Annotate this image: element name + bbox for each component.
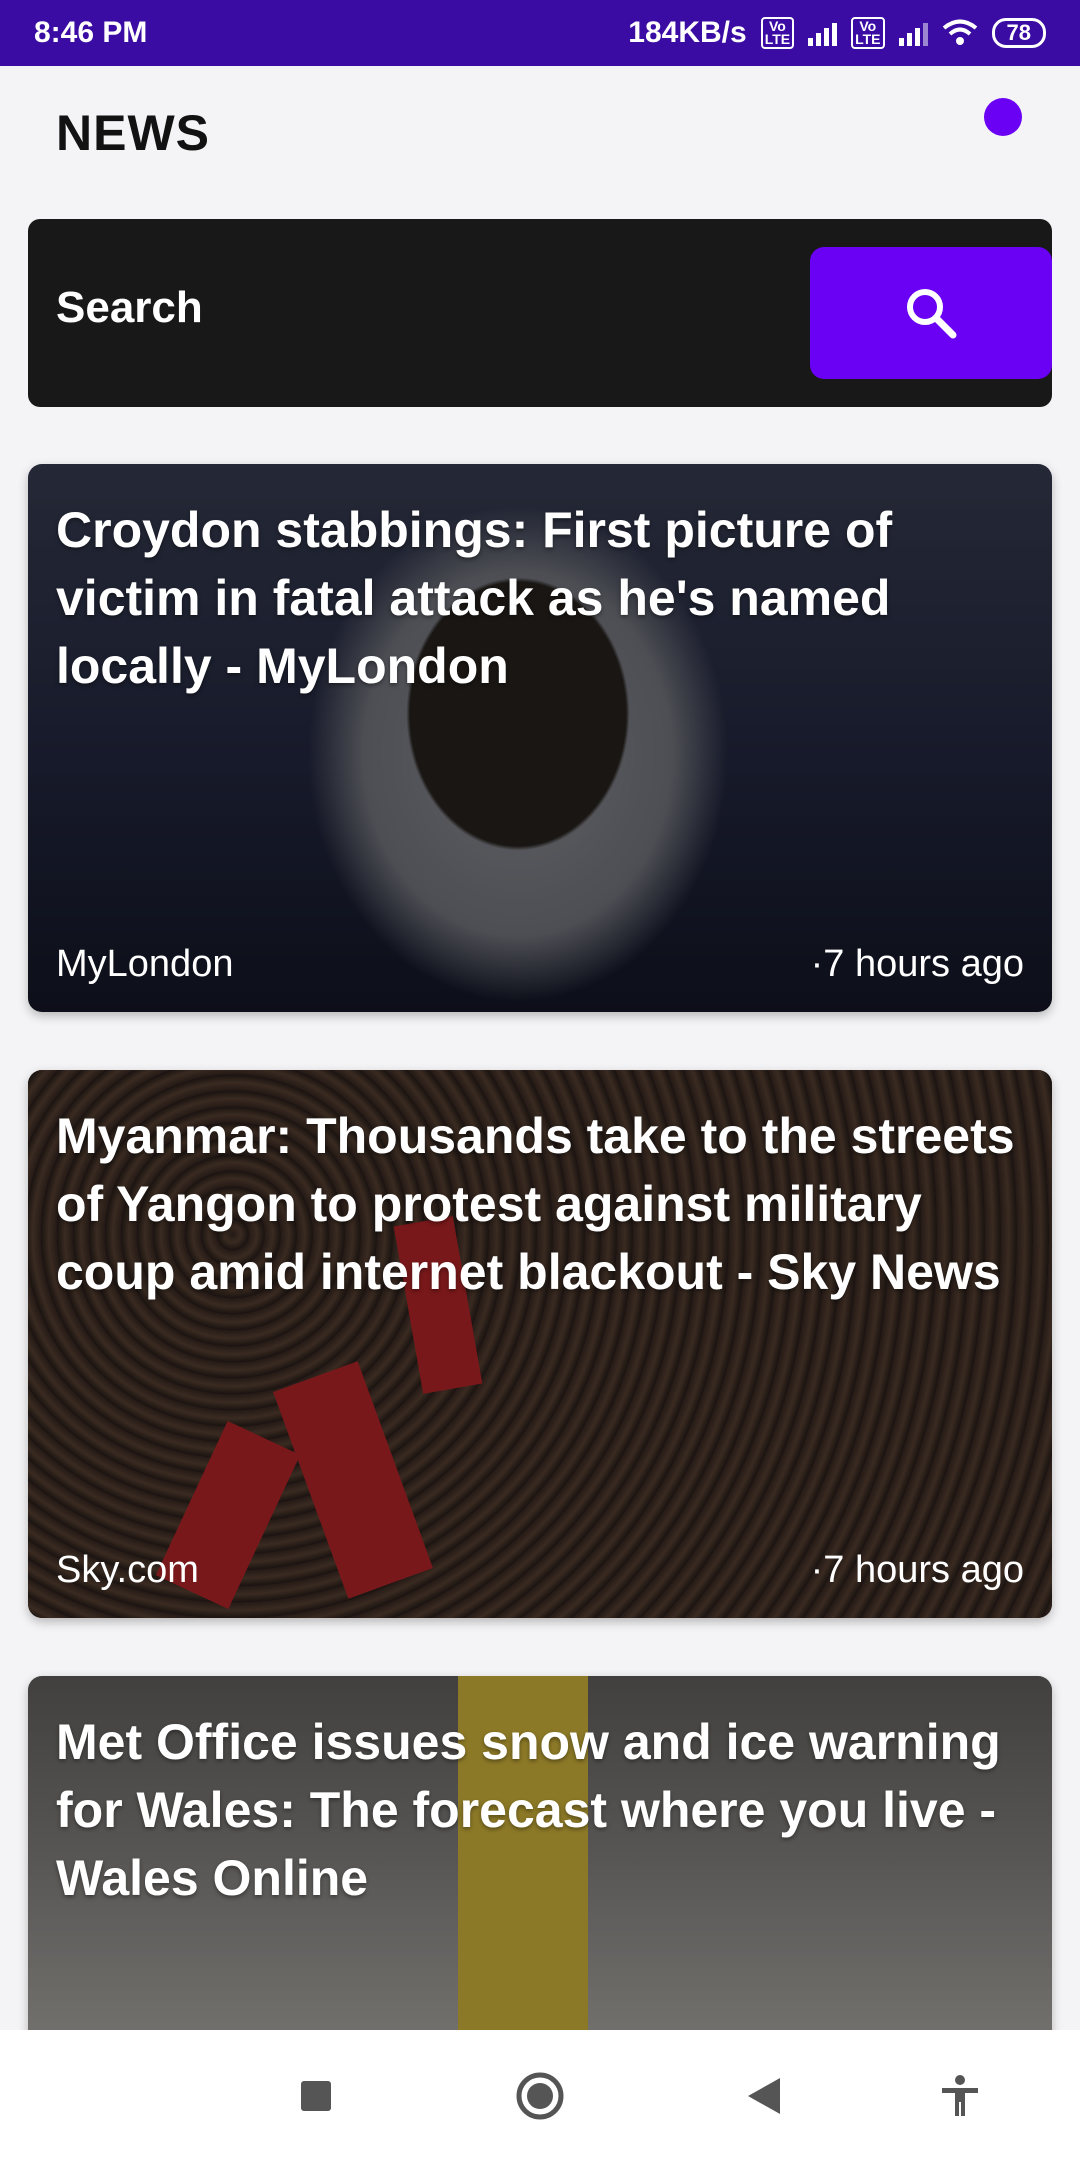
back-button[interactable] (738, 2070, 790, 2122)
news-card[interactable]: Croydon stabbings: First picture of vict… (28, 464, 1052, 1012)
home-circle-icon (516, 2072, 564, 2120)
recents-button[interactable] (290, 2070, 342, 2122)
news-card[interactable]: Myanmar: Thousands take to the streets o… (28, 1070, 1052, 1618)
system-nav-bar (0, 2030, 1080, 2160)
search-input[interactable]: Search (56, 283, 203, 333)
search-button[interactable] (810, 247, 1052, 379)
news-card[interactable]: Met Office issues snow and ice warning f… (28, 1676, 1052, 2056)
article-title: Met Office issues snow and ice warning f… (56, 1714, 1001, 1906)
article-source: Sky.com (56, 1549, 199, 1591)
status-bar: 8:46 PM 184KB/s Vo LTE Vo LTE 78 (0, 0, 1080, 66)
network-speed: 184KB/s (628, 16, 747, 49)
article-title: Myanmar: Thousands take to the streets o… (56, 1108, 1015, 1300)
battery-icon: 78 (991, 18, 1046, 48)
home-button[interactable] (514, 2070, 566, 2122)
article-source: MyLondon (56, 943, 234, 985)
status-time: 8:46 PM (34, 16, 148, 49)
article-title: Croydon stabbings: First picture of vict… (56, 502, 893, 694)
wifi-icon (942, 19, 977, 45)
volte-icon: Vo LTE (760, 17, 795, 49)
volte-icon-2: Vo LTE (851, 17, 885, 49)
profile-dot-button[interactable] (984, 98, 1022, 136)
app-header: NEWS (0, 66, 1080, 216)
signal-icon (808, 20, 838, 46)
article-time: ·7 hours ago (810, 1549, 1024, 1591)
accessibility-icon (942, 2075, 978, 2116)
back-triangle-icon (748, 2078, 780, 2114)
search-icon (907, 289, 957, 339)
accessibility-button[interactable] (934, 2070, 986, 2122)
page-title: NEWS (56, 105, 210, 161)
recents-square-icon (301, 2081, 331, 2111)
search-bar[interactable]: Search (28, 219, 1052, 407)
status-icons: 184KB/s Vo LTE Vo LTE 78 (628, 16, 1046, 50)
article-time: ·7 hours ago (810, 943, 1024, 985)
signal-icon-2 (898, 20, 928, 46)
